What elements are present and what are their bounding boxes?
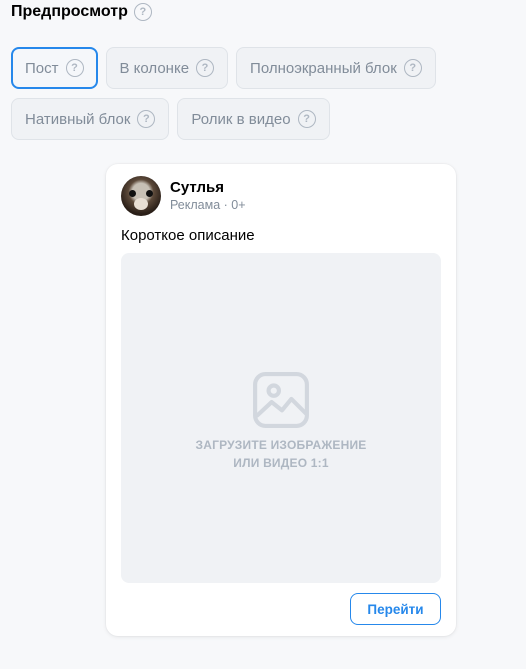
tab-fullscreen-block[interactable]: Полноэкранный блок ? <box>236 47 436 89</box>
question-circle-icon[interactable]: ? <box>133 3 152 21</box>
tab-label: Ролик в видео <box>191 110 291 128</box>
tab-label: Пост <box>25 59 59 77</box>
avatar <box>121 176 161 216</box>
author-name: Сутлья <box>170 178 225 196</box>
question-circle-icon[interactable]: ? <box>137 110 156 128</box>
tab-native-block[interactable]: Нативный блок ? <box>11 98 170 140</box>
post-header: Сутлья Реклама · 0+ <box>121 176 246 216</box>
tab-in-column[interactable]: В колонке ? <box>105 47 229 89</box>
upload-hint-line: ЗАГРУЗИТЕ ИЗОБРАЖЕНИЕ <box>195 438 367 452</box>
tab-label: Нативный блок <box>25 110 131 128</box>
post-preview-card: Сутлья Реклама · 0+ Короткое описание ЗА… <box>106 164 456 636</box>
tab-post[interactable]: Пост ? <box>11 47 98 89</box>
ad-meta: Реклама · 0+ <box>170 197 246 212</box>
tab-label: В колонке <box>119 59 190 77</box>
tab-label: Полноэкранный блок <box>250 59 397 77</box>
page-title: Предпросмотр <box>11 3 128 20</box>
question-circle-icon[interactable]: ? <box>196 59 215 77</box>
upload-hint-line: ИЛИ ВИДЕО 1:1 <box>233 456 329 470</box>
go-button[interactable]: Перейти <box>350 593 441 625</box>
upload-hint: ЗАГРУЗИТЕ ИЗОБРАЖЕНИЕ ИЛИ ВИДЕО 1:1 <box>121 436 441 472</box>
tab-video-clip[interactable]: Ролик в видео ? <box>177 98 330 140</box>
post-header-text: Сутлья Реклама · 0+ <box>170 179 246 214</box>
media-upload-area[interactable]: ЗАГРУЗИТЕ ИЗОБРАЖЕНИЕ ИЛИ ВИДЕО 1:1 <box>121 253 441 583</box>
question-circle-icon[interactable]: ? <box>65 59 84 77</box>
image-placeholder-icon <box>253 372 309 428</box>
format-tabs: Пост ? В колонке ? Полноэкранный блок ? … <box>11 47 516 149</box>
question-circle-icon[interactable]: ? <box>297 110 316 128</box>
preview-header: Предпросмотр ? <box>11 3 152 21</box>
post-description: Короткое описание <box>121 227 255 244</box>
tab-row-1: Пост ? В колонке ? Полноэкранный блок ? <box>11 47 516 89</box>
tab-row-2: Нативный блок ? Ролик в видео ? <box>11 98 516 140</box>
question-circle-icon[interactable]: ? <box>403 59 422 77</box>
